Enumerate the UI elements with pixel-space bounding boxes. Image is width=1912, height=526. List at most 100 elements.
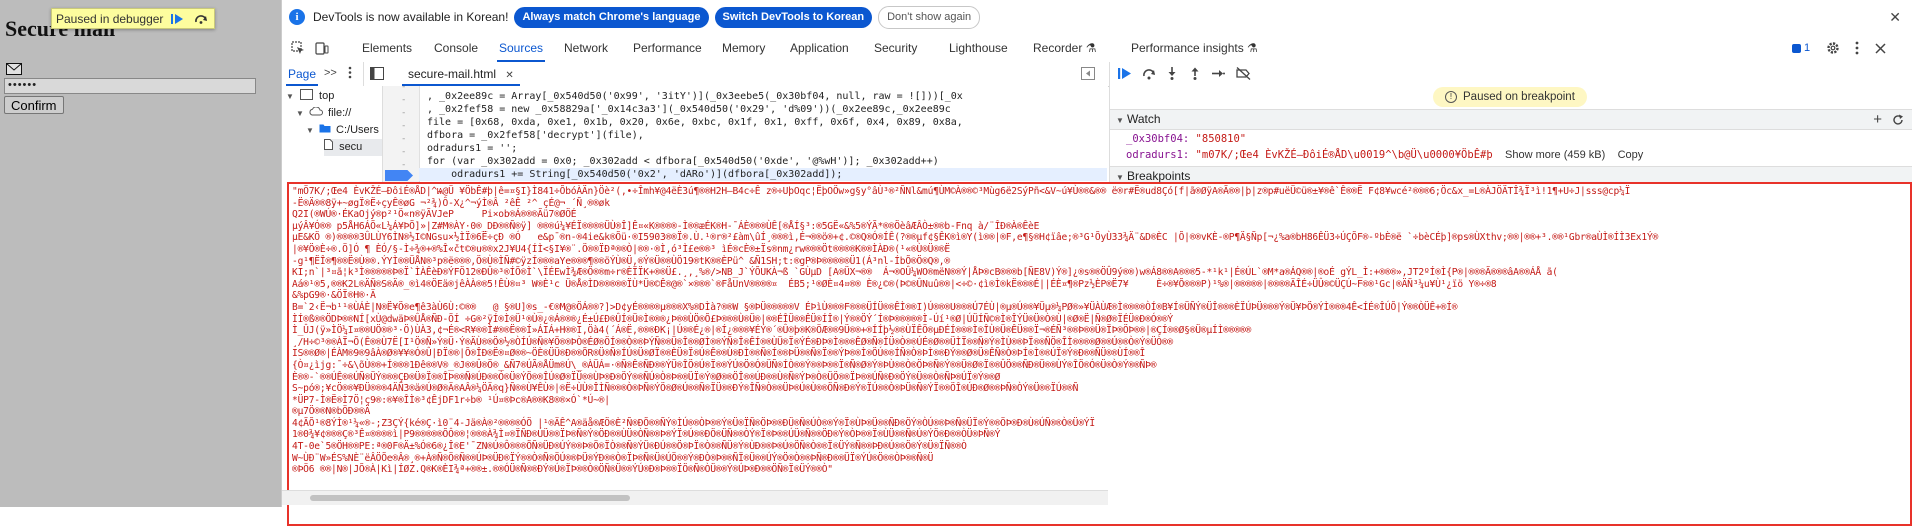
tree-item-secure-mail-file[interactable]: secu: [324, 139, 382, 156]
code-editor[interactable]: - - - - - - - , _0x2ee89c = Array[_0x540…: [383, 86, 1108, 182]
debugger-toolbar: [1109, 62, 1912, 86]
tab-application[interactable]: Application: [790, 34, 849, 62]
watch-key: _0x30bf04:: [1126, 133, 1190, 145]
file-tab-secure-mail[interactable]: secure-mail.html ✕: [402, 62, 520, 86]
navigator-more-tabs[interactable]: >>: [324, 67, 337, 79]
copy-button[interactable]: Copy: [1618, 149, 1644, 161]
issues-icon: [1792, 43, 1801, 53]
tab-lighthouse[interactable]: Lighthouse: [949, 34, 1008, 62]
step-out-icon[interactable]: [1189, 67, 1201, 83]
language-infobar: i DevTools is now available in Korean! A…: [282, 0, 1912, 35]
navigator-tab-page[interactable]: Page: [285, 62, 319, 86]
switch-to-korean-button[interactable]: Switch DevTools to Korean: [714, 6, 873, 28]
issues-badge[interactable]: 1: [1792, 42, 1810, 54]
tree-item-label: C:/Users: [336, 124, 379, 136]
always-match-language-button[interactable]: Always match Chrome's language: [514, 6, 709, 28]
gutter-marker: -: [401, 95, 407, 105]
folder-icon: [319, 124, 331, 136]
device-toolbar-icon[interactable]: [314, 40, 330, 56]
paused-on-breakpoint-status: ! Paused on breakpoint: [1433, 87, 1587, 107]
navigator-menu-icon[interactable]: [348, 66, 352, 82]
devtools-tabbar: Elements Console Sources Network Perform…: [282, 34, 1912, 63]
close-devtools-icon[interactable]: [1872, 40, 1888, 56]
decrypted-output-highlight: "mÖ7K/;Œe4 ÈvKŽÉ—ÐôiÉ®ÅD|^Ѩ@Ü ¥ÖbÊ#þ|ê=¤…: [287, 182, 1912, 526]
infobar-close-icon[interactable]: ✕: [1889, 9, 1901, 26]
watch-section-header[interactable]: ▼ Watch +: [1110, 109, 1912, 130]
show-more-button[interactable]: Show more (459 kB): [1505, 149, 1605, 161]
tree-item-label: top: [319, 90, 335, 102]
code-line: , _0x2ee89c = Array[_0x540d50('0x99', '3…: [427, 91, 963, 102]
tab-network[interactable]: Network: [564, 34, 608, 62]
expand-arrow-icon: ▼: [296, 109, 304, 118]
settings-gear-icon[interactable]: [1825, 40, 1841, 56]
breakpoint-marker[interactable]: [385, 170, 413, 181]
toggle-debugger-icon[interactable]: [1081, 67, 1095, 83]
code-line-current: odradurs1 += String[_0x540d50('0x2', 'dA…: [419, 168, 1107, 181]
confirm-button[interactable]: Confirm: [4, 96, 64, 114]
step-icon[interactable]: [1211, 67, 1225, 83]
step-over-icon[interactable]: [191, 11, 211, 27]
editor-horizontal-scrollbar[interactable]: [282, 490, 1108, 505]
debugger-pause-overlay: [0, 0, 281, 507]
password-input[interactable]: ••••••: [4, 78, 256, 94]
collapse-arrow-icon: ▼: [1116, 116, 1124, 125]
more-options-icon[interactable]: [1849, 40, 1865, 56]
sources-subtoolbar: Page >> secure-mail.html ✕: [282, 62, 1912, 87]
decrypted-string-output: "mÖ7K/;Œe4 ÈvKŽÉ—ÐôiÉ®ÅD|^Ѩ@Ü ¥ÖbÊ#þ|ê=¤…: [292, 186, 1659, 476]
tab-performance[interactable]: Performance: [633, 34, 702, 62]
refresh-watch-icon[interactable]: [1892, 113, 1904, 132]
code-line: for (var _0x302add = 0x0; _0x302add < df…: [427, 156, 939, 167]
paused-in-debugger-banner: Paused in debugger: [51, 8, 216, 29]
gutter-marker: -: [401, 134, 407, 144]
tab-memory[interactable]: Memory: [722, 34, 765, 62]
gutter-marker: -: [401, 160, 407, 170]
resume-icon[interactable]: [167, 11, 187, 27]
tree-item-label: file://: [328, 107, 352, 119]
add-watch-icon[interactable]: +: [1873, 110, 1882, 129]
tree-item-top[interactable]: ▼ top: [286, 88, 334, 105]
tab-console[interactable]: Console: [434, 34, 478, 62]
breakpoints-title: Breakpoints: [1127, 169, 1191, 183]
tree-item-file-scheme[interactable]: ▼ file://: [296, 105, 351, 122]
inspect-element-icon[interactable]: [290, 40, 306, 56]
watch-key: odradurs1:: [1126, 149, 1190, 161]
expand-arrow-icon: ▼: [286, 92, 294, 101]
step-over-icon[interactable]: [1142, 67, 1156, 83]
tab-elements[interactable]: Elements: [362, 34, 412, 62]
tab-recorder[interactable]: Recorder ⚗: [1033, 34, 1096, 62]
file-tab-label: secure-mail.html: [408, 67, 497, 81]
code-line: file = [0x68, 0xda, 0xe1, 0x1b, 0x20, 0x…: [427, 117, 963, 128]
paused-status-text: Paused on breakpoint: [1463, 91, 1575, 103]
navigator-tabs: Page >>: [282, 62, 364, 86]
tab-security[interactable]: Security: [874, 34, 917, 62]
tab-performance-insights[interactable]: Performance insights ⚗: [1131, 34, 1258, 62]
watch-expression-row[interactable]: _0x30bf04: "850810": [1126, 131, 1246, 147]
code-line: dfbora = _0x2fef58['decrypt'](file),: [427, 130, 644, 141]
resume-script-icon[interactable]: [1118, 67, 1132, 83]
tree-item-label: secu: [339, 141, 363, 153]
deactivate-breakpoints-icon[interactable]: [1236, 67, 1251, 83]
file-tab-close-icon[interactable]: ✕: [505, 70, 513, 81]
file-navigator-tree: ▼ top ▼ file:// ▼ C:/Users secu: [282, 86, 383, 182]
toggle-navigator-icon[interactable]: [370, 67, 384, 83]
scrollbar-thumb[interactable]: [310, 495, 630, 501]
watch-value: "850810": [1195, 133, 1247, 145]
file-icon: [324, 139, 333, 153]
devtools-panel: i DevTools is now available in Korean! A…: [281, 0, 1912, 526]
gutter-marker: -: [401, 108, 407, 118]
issues-count: 1: [1804, 42, 1811, 54]
page-viewport: Paused in debugger Secure mail •••••• Co…: [0, 0, 281, 507]
paused-banner-label: Paused in debugger: [56, 11, 164, 26]
pause-info-icon: !: [1445, 91, 1457, 103]
expand-arrow-icon: ▼: [306, 126, 314, 135]
watch-expression-row[interactable]: odradurs1: "m07K/;Œe4 ÈvKŽÉ—ÐôiÉ®ÅD\u001…: [1126, 147, 1643, 163]
gutter-marker: -: [401, 86, 407, 92]
gutter-marker: -: [401, 121, 407, 131]
step-into-icon[interactable]: [1166, 67, 1178, 83]
tree-item-folder[interactable]: ▼ C:/Users: [306, 122, 379, 139]
info-icon: i: [289, 9, 305, 25]
infobar-message: DevTools is now available in Korean!: [313, 10, 509, 24]
watch-title: Watch: [1127, 112, 1161, 126]
tab-sources[interactable]: Sources: [496, 34, 546, 62]
dont-show-again-button[interactable]: Don't show again: [878, 5, 981, 29]
